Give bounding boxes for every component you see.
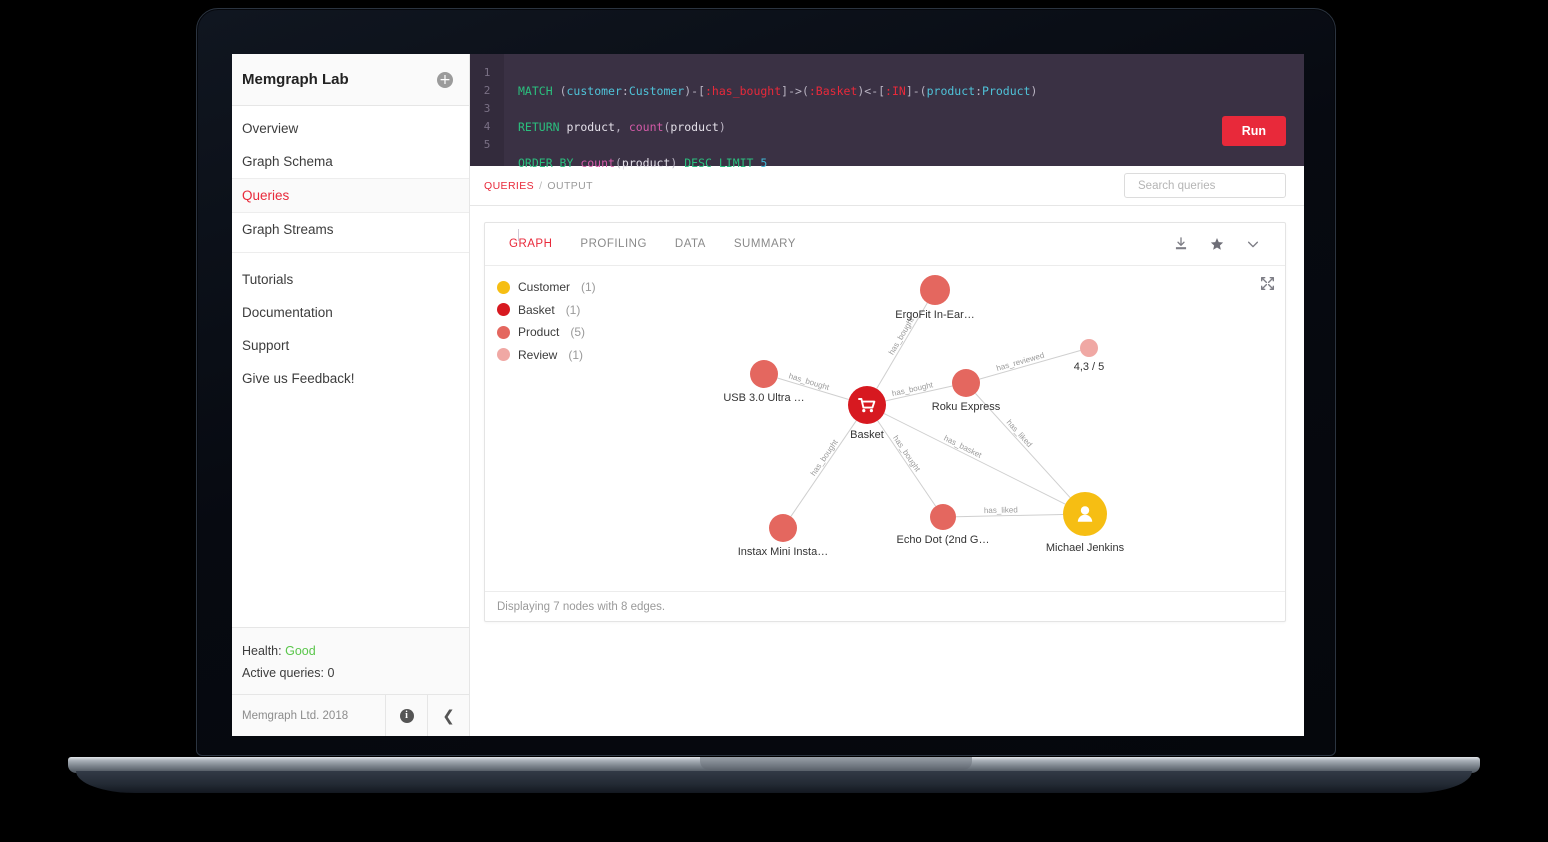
sidebar: Memgraph Lab + Overview Graph Schema Que… <box>232 54 470 736</box>
query-editor[interactable]: 1 2 3 4 5 MATCH (customer:Customer)-[:ha… <box>470 54 1304 241</box>
node-circle[interactable] <box>769 514 797 542</box>
result-wrapper: GRAPH PROFILING DATA SUMMARY Customer (1… <box>470 206 1304 736</box>
text-caret <box>518 229 519 241</box>
sidebar-item-feedback[interactable]: Give us Feedback! <box>232 362 469 395</box>
sidebar-item-documentation[interactable]: Documentation <box>232 296 469 329</box>
graph-edge-label: has_bought <box>891 380 935 398</box>
sidebar-header: Memgraph Lab + <box>232 54 469 106</box>
code-line-5 <box>518 226 1304 244</box>
editor-line-numbers: 1 2 3 4 5 <box>470 54 504 166</box>
graph-edge[interactable] <box>877 420 937 507</box>
info-icon: i <box>399 708 414 723</box>
sidebar-item-graph-schema[interactable]: Graph Schema <box>232 145 469 178</box>
main-area: 1 2 3 4 5 MATCH (customer:Customer)-[:ha… <box>470 54 1304 736</box>
node-circle[interactable] <box>1080 339 1098 357</box>
node-circle[interactable] <box>930 504 956 530</box>
graph-node-label: USB 3.0 Ultra … <box>723 392 804 404</box>
laptop-base-bottom <box>76 771 1472 793</box>
node-edge-count: Displaying 7 nodes with 8 edges. <box>497 600 666 613</box>
graph-edge-label: has_reviewed <box>995 351 1045 373</box>
graph-node-label: Basket <box>850 429 884 441</box>
graph-node-basket[interactable]: Basket <box>848 386 886 441</box>
laptop-base-notch <box>700 757 972 770</box>
graph-node-label: ErgoFit In-Ear… <box>895 309 974 321</box>
graph-edge-label: has_bought <box>891 434 922 474</box>
chevron-left-icon: ❮ <box>442 706 455 725</box>
graph-edge-label: has_basket <box>942 433 983 460</box>
graph-edges: has_bought has_bought has_bought has_bought… <box>777 302 1081 518</box>
active-queries: Active queries: 0 <box>242 666 335 680</box>
sidebar-item-graph-streams[interactable]: Graph Streams <box>232 213 469 246</box>
memgraph-lab-app: Memgraph Lab + Overview Graph Schema Que… <box>232 54 1304 736</box>
line-number: 4 <box>483 120 491 133</box>
node-circle[interactable] <box>848 386 886 424</box>
graph-node-label: Instax Mini Insta… <box>738 546 828 558</box>
health-label: Health: <box>242 644 282 658</box>
graph-edge-label: has_bought <box>809 437 840 477</box>
sidebar-footer: Memgraph Ltd. 2018 i ❮ <box>232 694 469 736</box>
info-button[interactable]: i <box>385 695 427 736</box>
graph-canvas[interactable]: Customer (1) Basket (1) Product (5) Revi… <box>485 266 1285 591</box>
sidebar-item-overview[interactable]: Overview <box>232 112 469 145</box>
health-value: Good <box>285 644 316 658</box>
app-title: Memgraph Lab <box>242 71 349 88</box>
graph-visualization[interactable]: has_bought has_bought has_bought has_bought… <box>485 266 1285 591</box>
graph-nodes: Basket ErgoFit In-Ear… USB 3.0 Ultra … Roku… <box>723 275 1125 558</box>
code-line-1: MATCH (customer:Customer)-[:has_bought]-… <box>518 84 1038 98</box>
add-query-icon[interactable]: + <box>437 71 453 88</box>
collapse-sidebar-button[interactable]: ❮ <box>427 695 469 736</box>
graph-edge-label: has_bought <box>788 371 831 392</box>
node-circle[interactable] <box>750 360 778 388</box>
sidebar-item-queries[interactable]: Queries <box>232 178 469 213</box>
person-head-icon <box>1080 506 1090 515</box>
line-number: 3 <box>483 102 491 115</box>
code-line-3: ORDER BY count(product) DESC LIMIT 5 <box>518 156 768 170</box>
code-line-2: RETURN product, count(product) <box>518 120 726 134</box>
graph-node-instax[interactable]: Instax Mini Insta… <box>738 514 828 558</box>
graph-node-usb[interactable]: USB 3.0 Ultra … <box>723 360 805 404</box>
graph-edge[interactable] <box>790 420 857 517</box>
graph-node-ergofit[interactable]: ErgoFit In-Ear… <box>895 275 975 321</box>
graph-node-label: Roku Express <box>932 401 1001 413</box>
graph-edge[interactable] <box>955 513 1064 518</box>
cart-wheel-icon <box>869 409 873 413</box>
graph-node-review[interactable]: 4,3 / 5 <box>1074 339 1105 373</box>
graph-node-echo[interactable]: Echo Dot (2nd G… <box>897 504 990 546</box>
graph-edge-label: has_bought <box>887 315 916 356</box>
sidebar-nav-primary: Overview Graph Schema Queries Graph Stre… <box>232 106 469 252</box>
copyright-text: Memgraph Ltd. 2018 <box>242 709 349 722</box>
graph-node-label: Echo Dot (2nd G… <box>897 534 990 546</box>
graph-edge-label: has_liked <box>1005 418 1034 449</box>
sidebar-status: Health: Good Active queries: 0 <box>232 627 469 694</box>
health-status: Health: Good <box>242 640 459 662</box>
laptop-frame: Memgraph Lab + Overview Graph Schema Que… <box>0 0 1548 842</box>
cart-wheel-icon <box>862 409 866 413</box>
graph-node-label: 4,3 / 5 <box>1074 361 1105 373</box>
node-circle[interactable] <box>952 369 980 397</box>
editor-code[interactable]: MATCH (customer:Customer)-[:has_bought]-… <box>504 54 1304 241</box>
sidebar-item-tutorials[interactable]: Tutorials <box>232 263 469 296</box>
sidebar-nav-secondary: Tutorials Documentation Support Give us … <box>232 252 469 401</box>
line-number: 2 <box>483 84 491 97</box>
node-circle[interactable] <box>920 275 950 305</box>
result-card: GRAPH PROFILING DATA SUMMARY Customer (1… <box>484 222 1286 622</box>
sidebar-item-support[interactable]: Support <box>232 329 469 362</box>
graph-footer: Displaying 7 nodes with 8 edges. <box>485 591 1285 621</box>
run-query-button[interactable]: Run <box>1221 116 1286 146</box>
graph-edge-label: has_liked <box>984 505 1018 515</box>
screen: Memgraph Lab + Overview Graph Schema Que… <box>232 54 1304 736</box>
graph-node-michael[interactable]: Michael Jenkins <box>1046 492 1125 554</box>
graph-node-label: Michael Jenkins <box>1046 542 1125 554</box>
line-number: 1 <box>483 66 491 79</box>
line-number: 5 <box>483 138 491 151</box>
